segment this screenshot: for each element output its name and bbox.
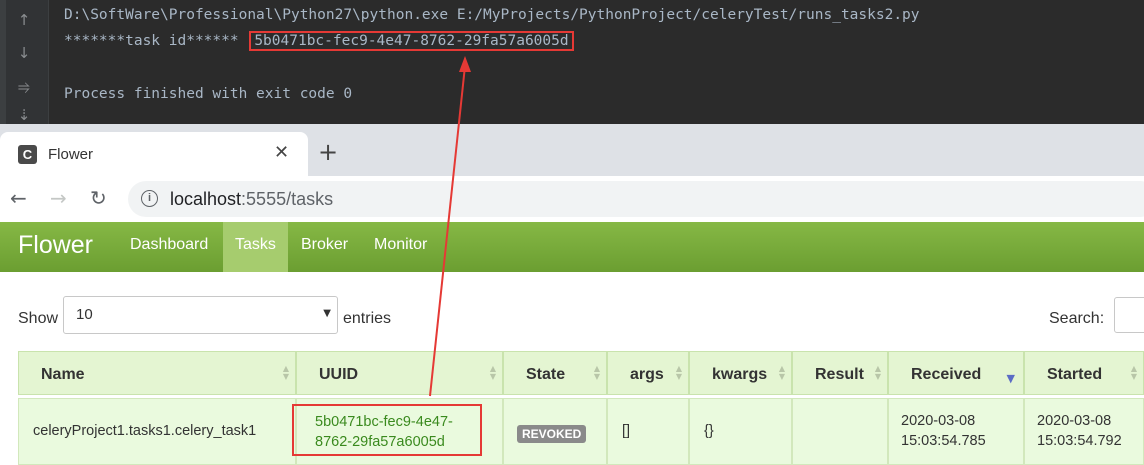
annotation-arrow [429,56,471,397]
arrow-line [429,65,466,397]
arrow-head [459,56,471,72]
